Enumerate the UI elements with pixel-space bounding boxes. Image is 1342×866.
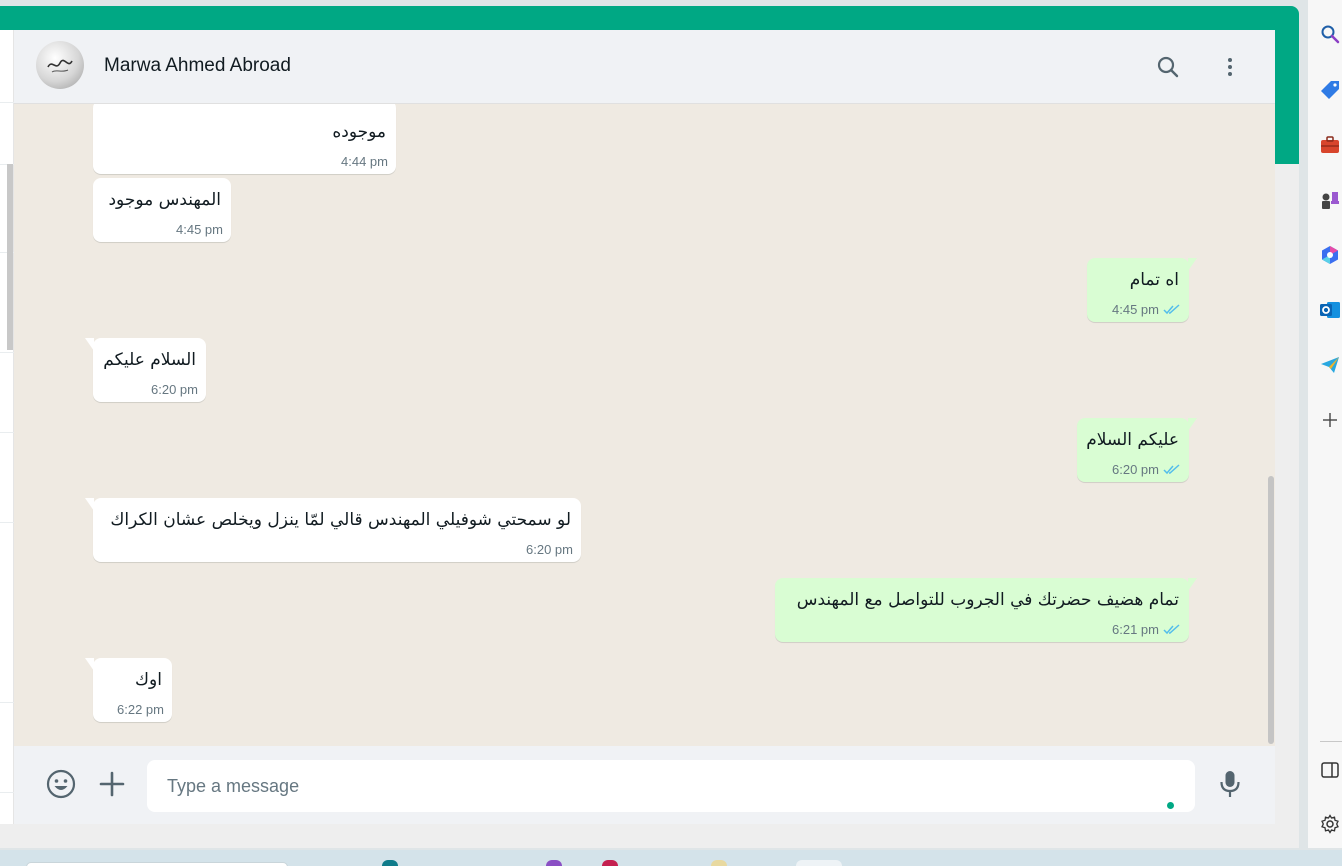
message-text: السلام عليكم: [103, 350, 196, 370]
message-meta: 4:45 pm: [1112, 302, 1181, 317]
briefcase-icon: [1321, 136, 1339, 153]
emoji-icon: [46, 769, 76, 799]
sidebar-outlook-button[interactable]: [1318, 298, 1342, 322]
message-input[interactable]: [147, 760, 1195, 812]
sidebar-games-button[interactable]: [1318, 188, 1342, 212]
message-bubble[interactable]: اه تمام 4:45 pm: [1087, 258, 1197, 322]
plus-icon: [99, 771, 125, 797]
search-icon: [1157, 56, 1179, 78]
bubble-tail: [1188, 578, 1197, 591]
voice-message-button[interactable]: [1212, 766, 1248, 802]
message-bubble[interactable]: لو سمحتي شوفيلي المهندس قالي لمّا ينزل و…: [85, 498, 581, 562]
divider: [1320, 741, 1342, 742]
message-time: 4:44 pm: [341, 154, 388, 169]
message-text: لو سمحتي شوفيلي المهندس قالي لمّا ينزل و…: [110, 510, 571, 530]
conversation-panel: Marwa Ahmed Abroad موجوده 4:44 pm المهند…: [14, 30, 1275, 824]
divider: [0, 102, 14, 103]
message-time: 6:20 pm: [1112, 462, 1159, 477]
divider: [0, 432, 14, 433]
bubble-tail: [85, 658, 94, 671]
panel-icon: [1321, 762, 1339, 778]
message-bubble[interactable]: المهندس موجود 4:45 pm: [93, 178, 231, 242]
sidebar-shopping-button[interactable]: [1318, 78, 1342, 102]
telegram-icon: [1321, 357, 1339, 373]
read-receipt-icon: [1163, 624, 1180, 635]
chat-list-scrollbar[interactable]: [7, 164, 13, 350]
emoji-button[interactable]: [43, 766, 79, 802]
read-receipt-icon: [1163, 304, 1180, 315]
message-meta: 6:20 pm: [526, 542, 573, 557]
bubble-tail: [1188, 258, 1197, 271]
message-bubble[interactable]: السلام عليكم 6:20 pm: [85, 338, 206, 402]
message-bubble[interactable]: تمام هضيف حضرتك في الجروب للتواصل مع الم…: [775, 578, 1197, 642]
message-meta: 6:21 pm: [1112, 622, 1181, 637]
chess-icon: [1322, 192, 1339, 209]
message-time: 4:45 pm: [1112, 302, 1159, 317]
search-button[interactable]: [1152, 51, 1184, 83]
taskbar-search-box[interactable]: [26, 862, 288, 866]
chat-header[interactable]: Marwa Ahmed Abroad: [14, 30, 1275, 104]
message-meta: 6:20 pm: [1112, 462, 1181, 477]
divider: [0, 792, 14, 793]
taskbar-app-icon[interactable]: [796, 860, 842, 866]
message-text: موجوده: [332, 122, 386, 142]
search-icon: [1321, 25, 1340, 44]
bubble-tail: [85, 338, 94, 351]
message-time: 6:20 pm: [151, 382, 198, 397]
taskbar: [0, 850, 1342, 866]
tag-icon: [1321, 81, 1339, 99]
message-time: 6:22 pm: [117, 702, 164, 717]
message-meta: 6:20 pm: [151, 382, 198, 397]
taskbar-app-icon[interactable]: [602, 860, 618, 866]
divider: [0, 522, 14, 523]
contact-name[interactable]: Marwa Ahmed Abroad: [104, 55, 291, 77]
message-list-scrollbar[interactable]: [1268, 476, 1274, 744]
read-receipt-icon: [1163, 464, 1180, 475]
profile-picture-icon: [47, 59, 73, 73]
attach-button[interactable]: [94, 766, 130, 802]
sidebar-copilot-button[interactable]: [1318, 243, 1342, 267]
microphone-icon: [1220, 771, 1240, 797]
message-bubble[interactable]: موجوده 4:44 pm: [93, 104, 396, 174]
message-text: تمام هضيف حضرتك في الجروب للتواصل مع الم…: [796, 590, 1179, 610]
message-composer: [14, 746, 1275, 824]
message-meta: 4:44 pm: [341, 154, 388, 169]
message-meta: 6:22 pm: [117, 702, 164, 717]
message-time: 4:45 pm: [176, 222, 223, 237]
message-list[interactable]: موجوده 4:44 pm المهندس موجود 4:45 pm اه …: [14, 104, 1275, 746]
divider: [0, 702, 14, 703]
outlook-icon: [1320, 302, 1340, 318]
sidebar-tools-button[interactable]: [1318, 133, 1342, 157]
sidebar-search-button[interactable]: [1318, 22, 1342, 46]
bubble-tail: [1188, 418, 1197, 431]
taskbar-app-icon[interactable]: [382, 860, 398, 866]
sidebar-settings-button[interactable]: [1318, 812, 1342, 836]
typing-indicator-dot: [1167, 802, 1174, 809]
bubble-tail: [85, 498, 94, 511]
sidebar-panel-button[interactable]: [1318, 758, 1342, 782]
browser-sidebar: [1308, 0, 1342, 848]
avatar[interactable]: [36, 41, 84, 89]
message-bubble[interactable]: اوك 6:22 pm: [85, 658, 172, 722]
taskbar-app-icon[interactable]: [711, 860, 727, 866]
taskbar-app-icon[interactable]: [546, 860, 562, 866]
message-meta: 4:45 pm: [176, 222, 223, 237]
kebab-menu-icon: [1228, 58, 1232, 76]
message-text: المهندس موجود: [108, 190, 221, 210]
divider: [0, 352, 14, 353]
plus-icon: [1323, 413, 1337, 427]
message-time: 6:21 pm: [1112, 622, 1159, 637]
menu-button[interactable]: [1214, 51, 1246, 83]
sidebar-add-button[interactable]: [1318, 408, 1342, 432]
message-text: اه تمام: [1129, 270, 1179, 290]
settings-icon: [1321, 814, 1339, 834]
message-time: 6:20 pm: [526, 542, 573, 557]
copilot-icon: [1322, 246, 1338, 264]
message-text: اوك: [135, 670, 162, 690]
message-bubble[interactable]: عليكم السلام 6:20 pm: [1077, 418, 1197, 482]
sidebar-send-button[interactable]: [1318, 353, 1342, 377]
chat-list-panel: [0, 30, 14, 824]
message-text: عليكم السلام: [1086, 430, 1179, 450]
